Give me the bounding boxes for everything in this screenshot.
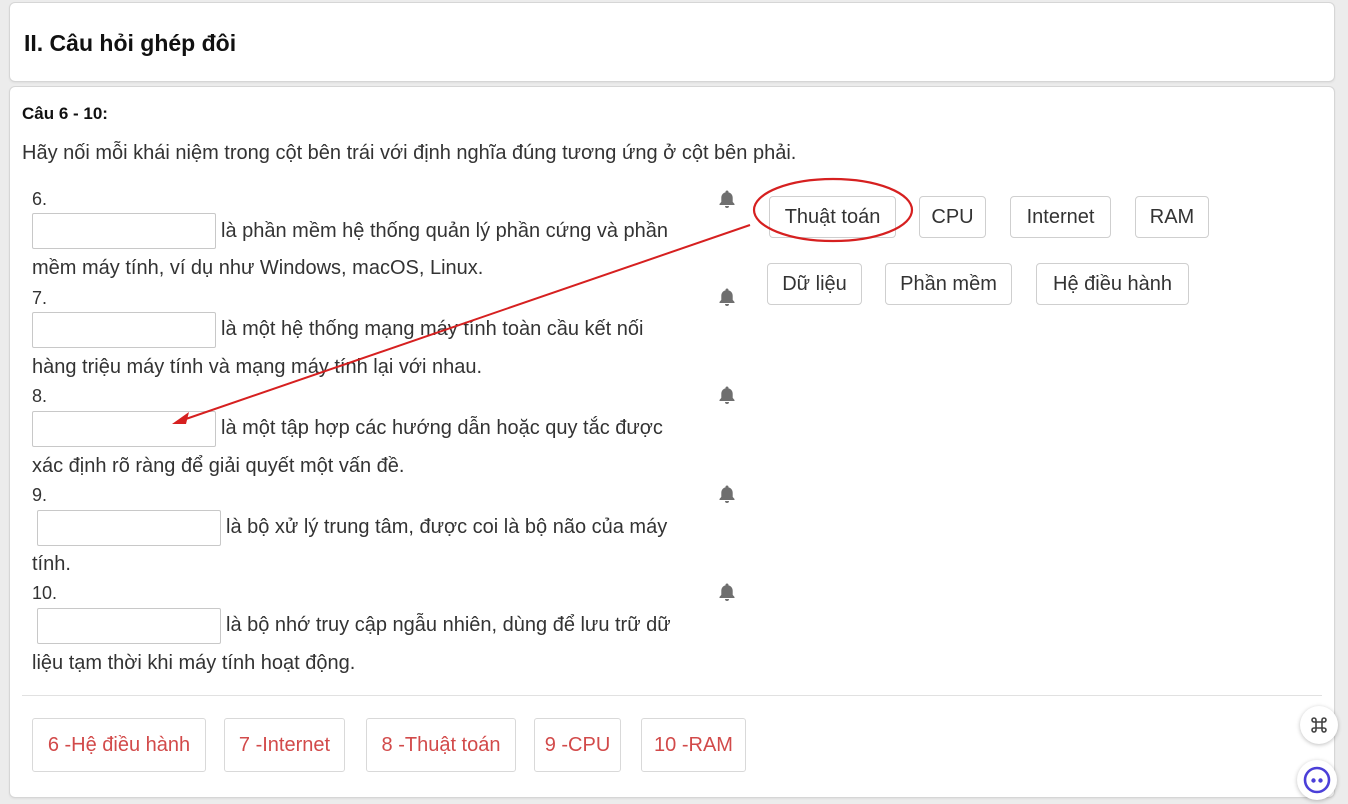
item-definition-line: mềm máy tính, ví dụ như Windows, macOS, … [32, 257, 484, 279]
item-number: 8. [32, 386, 48, 406]
divider [22, 695, 1322, 696]
item-definition-line: là phần mềm hệ thống quản lý phần cứng v… [221, 220, 669, 242]
option-chip-cpu[interactable]: CPU [919, 196, 986, 238]
answer-blank-6[interactable] [32, 213, 216, 249]
option-chip-ram[interactable]: RAM [1135, 196, 1209, 238]
item-definition-line: là bộ xử lý trung tâm, được coi là bộ nã… [226, 516, 668, 538]
question-card: Câu 6 - 10: Hãy nối mỗi khái niệm trong … [9, 86, 1335, 798]
item-definition-line: liệu tạm thời khi máy tính hoạt động. [32, 652, 356, 674]
option-chip-thuat-toan[interactable]: Thuật toán [769, 196, 896, 238]
assistant-icon [1303, 766, 1331, 794]
question-instruction: Hãy nối mỗi khái niệm trong cột bên trái… [22, 142, 797, 164]
item-definition-line: là bộ nhớ truy cập ngẫu nhiên, dùng để l… [226, 614, 671, 636]
assistant-button[interactable] [1297, 760, 1337, 800]
bell-icon[interactable] [717, 582, 737, 602]
command-icon [1311, 717, 1327, 733]
item-number: 7. [32, 288, 48, 308]
bell-icon[interactable] [717, 484, 737, 504]
answer-key-chip: 7 -Internet [224, 718, 345, 772]
section-header-card: II. Câu hỏi ghép đôi [9, 2, 1335, 82]
answer-blank-10[interactable] [37, 608, 221, 644]
bell-icon[interactable] [717, 385, 737, 405]
item-definition-line: tính. [32, 553, 71, 575]
answer-blank-9[interactable] [37, 510, 221, 546]
answer-key-chip: 8 -Thuật toán [366, 718, 516, 772]
option-chip-phan-mem[interactable]: Phần mềm [885, 263, 1012, 305]
option-chip-internet[interactable]: Internet [1010, 196, 1111, 238]
item-number: 9. [32, 485, 48, 505]
section-title: II. Câu hỏi ghép đôi [24, 30, 237, 56]
answer-blank-8[interactable] [32, 411, 216, 447]
item-definition-line: xác định rõ ràng để giải quyết một vấn đ… [32, 455, 405, 477]
option-chip-he-dieu-hanh[interactable]: Hệ điều hành [1036, 263, 1189, 305]
answer-blank-7[interactable] [32, 312, 216, 348]
item-number: 6. [32, 189, 48, 209]
command-menu-button[interactable] [1300, 706, 1338, 744]
item-definition-line: hàng triệu máy tính và mạng máy tính lại… [32, 356, 483, 378]
answer-key-chip: 9 -CPU [534, 718, 621, 772]
item-number: 10. [32, 583, 58, 603]
question-range-label: Câu 6 - 10: [22, 104, 108, 123]
bell-icon[interactable] [717, 189, 737, 209]
answer-key-chip: 6 -Hệ điều hành [32, 718, 206, 772]
answer-key-chip: 10 -RAM [641, 718, 746, 772]
bell-icon[interactable] [717, 287, 737, 307]
item-definition-line: là một hệ thống mạng máy tính toàn cầu k… [221, 318, 644, 340]
item-definition-line: là một tập hợp các hướng dẫn hoặc quy tắ… [221, 417, 663, 439]
option-chip-du-lieu[interactable]: Dữ liệu [767, 263, 862, 305]
